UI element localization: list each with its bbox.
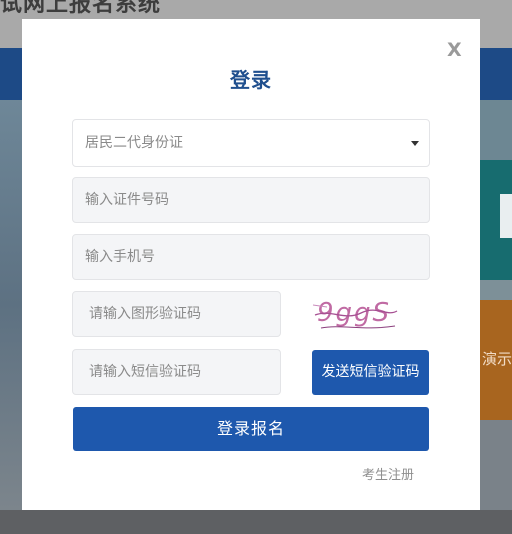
captcha-input[interactable]: 请输入图形验证码 bbox=[72, 291, 281, 337]
background-right-image-bottom bbox=[480, 420, 512, 510]
send-sms-code-button[interactable]: 发送短信验证码 bbox=[312, 350, 429, 395]
background-site-title: 试网上报名系统 bbox=[0, 0, 162, 17]
id-type-selected-value: 居民二代身份证 bbox=[85, 135, 183, 151]
background-right-image bbox=[480, 100, 512, 160]
captcha-image[interactable]: 9ggS bbox=[311, 291, 401, 337]
login-modal: X 登录 居民二代身份证 输入证件号码 输入手机号 请输入图形验证码 9ggS … bbox=[22, 19, 480, 510]
background-right-tile bbox=[480, 160, 512, 280]
login-submit-button[interactable]: 登录报名 bbox=[73, 407, 429, 451]
background-right-strip bbox=[480, 280, 512, 300]
background-right-tile-orange: 演示 bbox=[480, 300, 512, 420]
id-number-input[interactable]: 输入证件号码 bbox=[72, 177, 430, 223]
register-link[interactable]: 考生注册 bbox=[362, 464, 414, 483]
background-side-text: 演示 bbox=[482, 350, 512, 368]
phone-input[interactable]: 输入手机号 bbox=[72, 234, 430, 280]
modal-title: 登录 bbox=[230, 68, 272, 92]
id-type-select[interactable]: 居民二代身份证 bbox=[72, 119, 430, 167]
background-footer bbox=[0, 510, 512, 534]
background-left-image bbox=[0, 100, 22, 510]
caret-down-icon bbox=[411, 141, 419, 146]
sms-code-input[interactable]: 请输入短信验证码 bbox=[72, 349, 281, 395]
close-icon[interactable]: X bbox=[447, 39, 462, 61]
